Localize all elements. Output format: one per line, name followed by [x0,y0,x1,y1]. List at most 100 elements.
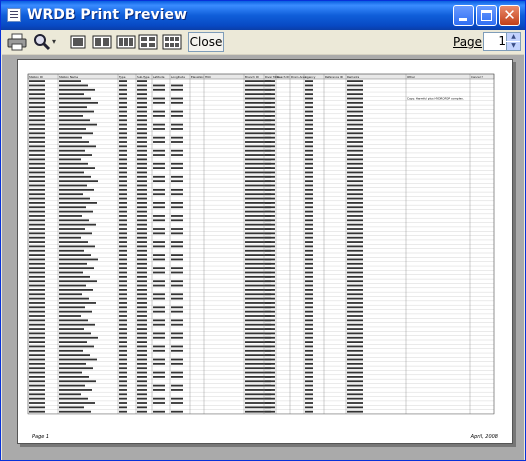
table-cell-text [265,258,275,261]
preview-area[interactable]: Station ID Station Name Type Sub-Type Latitu… [2,55,524,460]
table-cell-text [59,80,81,82]
report-column-header: Sub-Type [137,75,150,79]
table-cell-text [137,402,147,404]
table-cell-text [347,354,363,357]
table-cell-text [347,132,363,135]
minimize-icon [459,18,467,21]
six-pages-button[interactable] [162,32,182,52]
table-cell-text [119,136,127,139]
page-down-arrow[interactable]: ▼ [506,42,520,50]
four-pages-button[interactable] [138,32,158,52]
table-cell-text [119,132,127,135]
table-cell-text [305,267,313,270]
table-cell-text [171,188,183,191]
table-cell-text [29,171,45,174]
table-cell-text [29,128,45,130]
table-cell-text [347,258,363,261]
table-cell-text [29,180,45,183]
table-cell-text [305,289,313,291]
table-cell-text [29,267,45,270]
page-number-input[interactable]: 1 ▲ ▼ [483,32,521,51]
close-icon: ✕ [503,6,516,24]
table-cell-text [59,376,89,378]
table-cell-text [347,84,363,87]
table-cell-text [119,289,127,291]
table-cell-text [137,271,147,274]
table-cell-text [119,376,127,378]
table-cell-text [153,267,165,270]
table-cell-text [171,110,183,113]
table-cell-text [29,306,45,309]
table-cell-text [305,410,313,413]
table-cell-text [305,284,313,287]
close-window-button[interactable]: ✕ [499,5,520,26]
table-cell-text [305,367,313,370]
table-cell-text [119,206,127,209]
table-cell-text [137,180,147,183]
table-cell-text [347,202,363,204]
table-cell-text [29,206,45,209]
table-cell-text [29,275,45,278]
report-column-header: Latitude [153,75,165,79]
table-cell-text [305,193,313,196]
table-cell-text [347,136,363,139]
table-cell-text [347,345,363,348]
table-cell-text [265,297,275,300]
table-cell-text [265,293,275,296]
table-cell-text [59,406,84,409]
table-cell-text [137,110,147,113]
table-cell-text [137,245,147,248]
title-bar[interactable]: WRDB Print Preview ✕ [1,1,525,30]
table-cell-text [265,349,275,352]
page-up-arrow[interactable]: ▲ [506,33,520,41]
table-cell-text [265,302,275,304]
report-column-header: Station Name [59,75,78,79]
close-button[interactable]: Close [188,32,224,52]
table-cell-text [265,236,275,239]
three-pages-button[interactable] [116,32,136,52]
table-cell-text [171,336,183,339]
table-cell-text [59,223,96,226]
zoom-dropdown[interactable]: ▾ [52,32,60,52]
table-cell-text [59,236,81,239]
table-cell-text [119,354,127,357]
table-cell-text [305,397,313,400]
table-cell-text [137,249,147,252]
table-cell-text [347,323,363,326]
table-cell-text [119,293,127,296]
table-cell-text [119,358,127,361]
table-cell-text [29,271,45,274]
table-cell-text [153,336,165,339]
table-cell-text [347,349,363,352]
table-cell-text [137,336,147,339]
table-cell-text [305,132,313,135]
table-cell-text [347,302,363,304]
two-pages-button[interactable] [92,32,112,52]
print-button[interactable] [6,32,28,52]
table-cell-text [305,136,313,139]
table-cell-text [59,275,90,278]
table-cell-text [265,319,275,322]
table-cell-text [29,93,45,96]
table-cell-text [119,384,127,387]
table-cell-text [59,132,93,135]
one-page-button[interactable] [68,32,88,52]
table-cell-text [265,332,275,335]
table-cell-text [265,128,275,130]
table-cell-text [305,236,313,239]
table-cell-text [137,280,147,283]
minimize-button[interactable] [453,5,474,26]
table-cell-text [305,219,313,222]
maximize-button[interactable] [476,5,497,26]
table-cell-text [137,380,147,383]
table-cell-text [153,128,165,130]
table-cell-text [171,358,183,361]
zoom-button[interactable] [30,32,52,52]
table-cell-text [347,249,363,252]
table-cell-text [305,354,313,357]
table-cell-text [137,332,147,335]
table-cell-text [153,219,165,222]
table-cell-text [59,93,84,96]
table-cell-text [153,258,165,261]
table-cell-text [153,202,165,204]
